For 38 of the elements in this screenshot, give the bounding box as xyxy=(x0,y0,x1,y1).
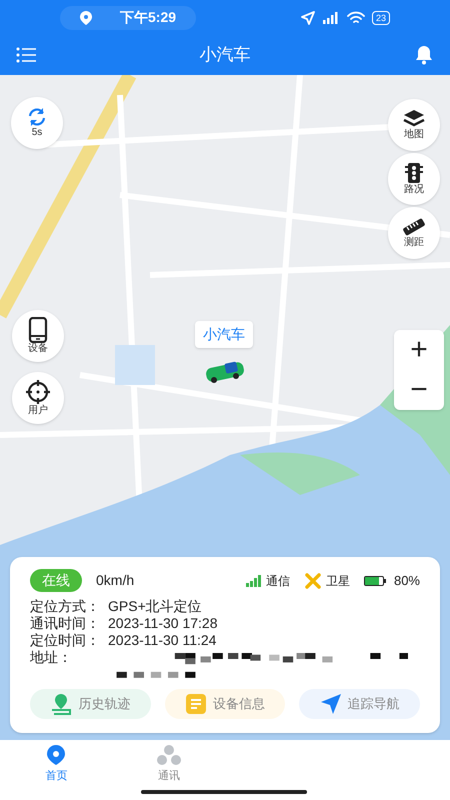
navigation-arrow-icon xyxy=(300,10,315,24)
field-label: 定位方式： xyxy=(30,598,101,615)
tablet-icon xyxy=(28,317,48,343)
three-circles-icon xyxy=(156,744,182,766)
wifi-icon xyxy=(346,10,365,24)
zoom-in-button[interactable]: + xyxy=(394,330,444,370)
map-pin-icon xyxy=(50,693,72,715)
battery-indicator: 23 xyxy=(372,10,390,24)
field-value: GPS+北斗定位 xyxy=(108,598,202,615)
tab[interactable]: 通讯 xyxy=(112,744,225,800)
location-pin-icon xyxy=(80,10,92,24)
status-time: 下午5:29 xyxy=(120,8,176,27)
status-badge: 在线 xyxy=(30,569,82,592)
navigation-arrow-icon xyxy=(320,693,342,715)
signal-bars-icon xyxy=(246,574,262,586)
location-pin-icon xyxy=(45,744,68,766)
field-value: 2023-11-30 17:28 xyxy=(108,615,218,632)
satellite-label: 卫星 xyxy=(326,572,350,590)
bell-icon[interactable] xyxy=(414,45,434,65)
field-label: 通讯时间： xyxy=(30,615,101,632)
satellite-icon xyxy=(304,572,322,590)
traffic-light-icon xyxy=(405,162,423,184)
car-label: 小汽车 xyxy=(195,321,253,348)
speed-value: 0km/h xyxy=(96,571,134,590)
header-title: 小汽车 xyxy=(198,44,252,66)
zoom-out-button[interactable]: − xyxy=(394,370,444,410)
layers-icon xyxy=(403,109,425,129)
field-value: 2023-11-30 11:24 xyxy=(108,632,216,649)
tab[interactable]: 首页 xyxy=(0,744,112,800)
document-icon xyxy=(185,693,207,715)
crosshair-icon xyxy=(25,379,51,405)
cellular-signal-icon xyxy=(322,10,340,24)
menu-icon[interactable] xyxy=(16,47,36,63)
refresh-icon xyxy=(26,107,48,127)
battery-percent: 80% xyxy=(394,572,420,590)
field-label: 定位时间： xyxy=(30,632,101,649)
field-label: 地址： xyxy=(30,649,73,667)
signal-label: 通信 xyxy=(266,572,290,590)
